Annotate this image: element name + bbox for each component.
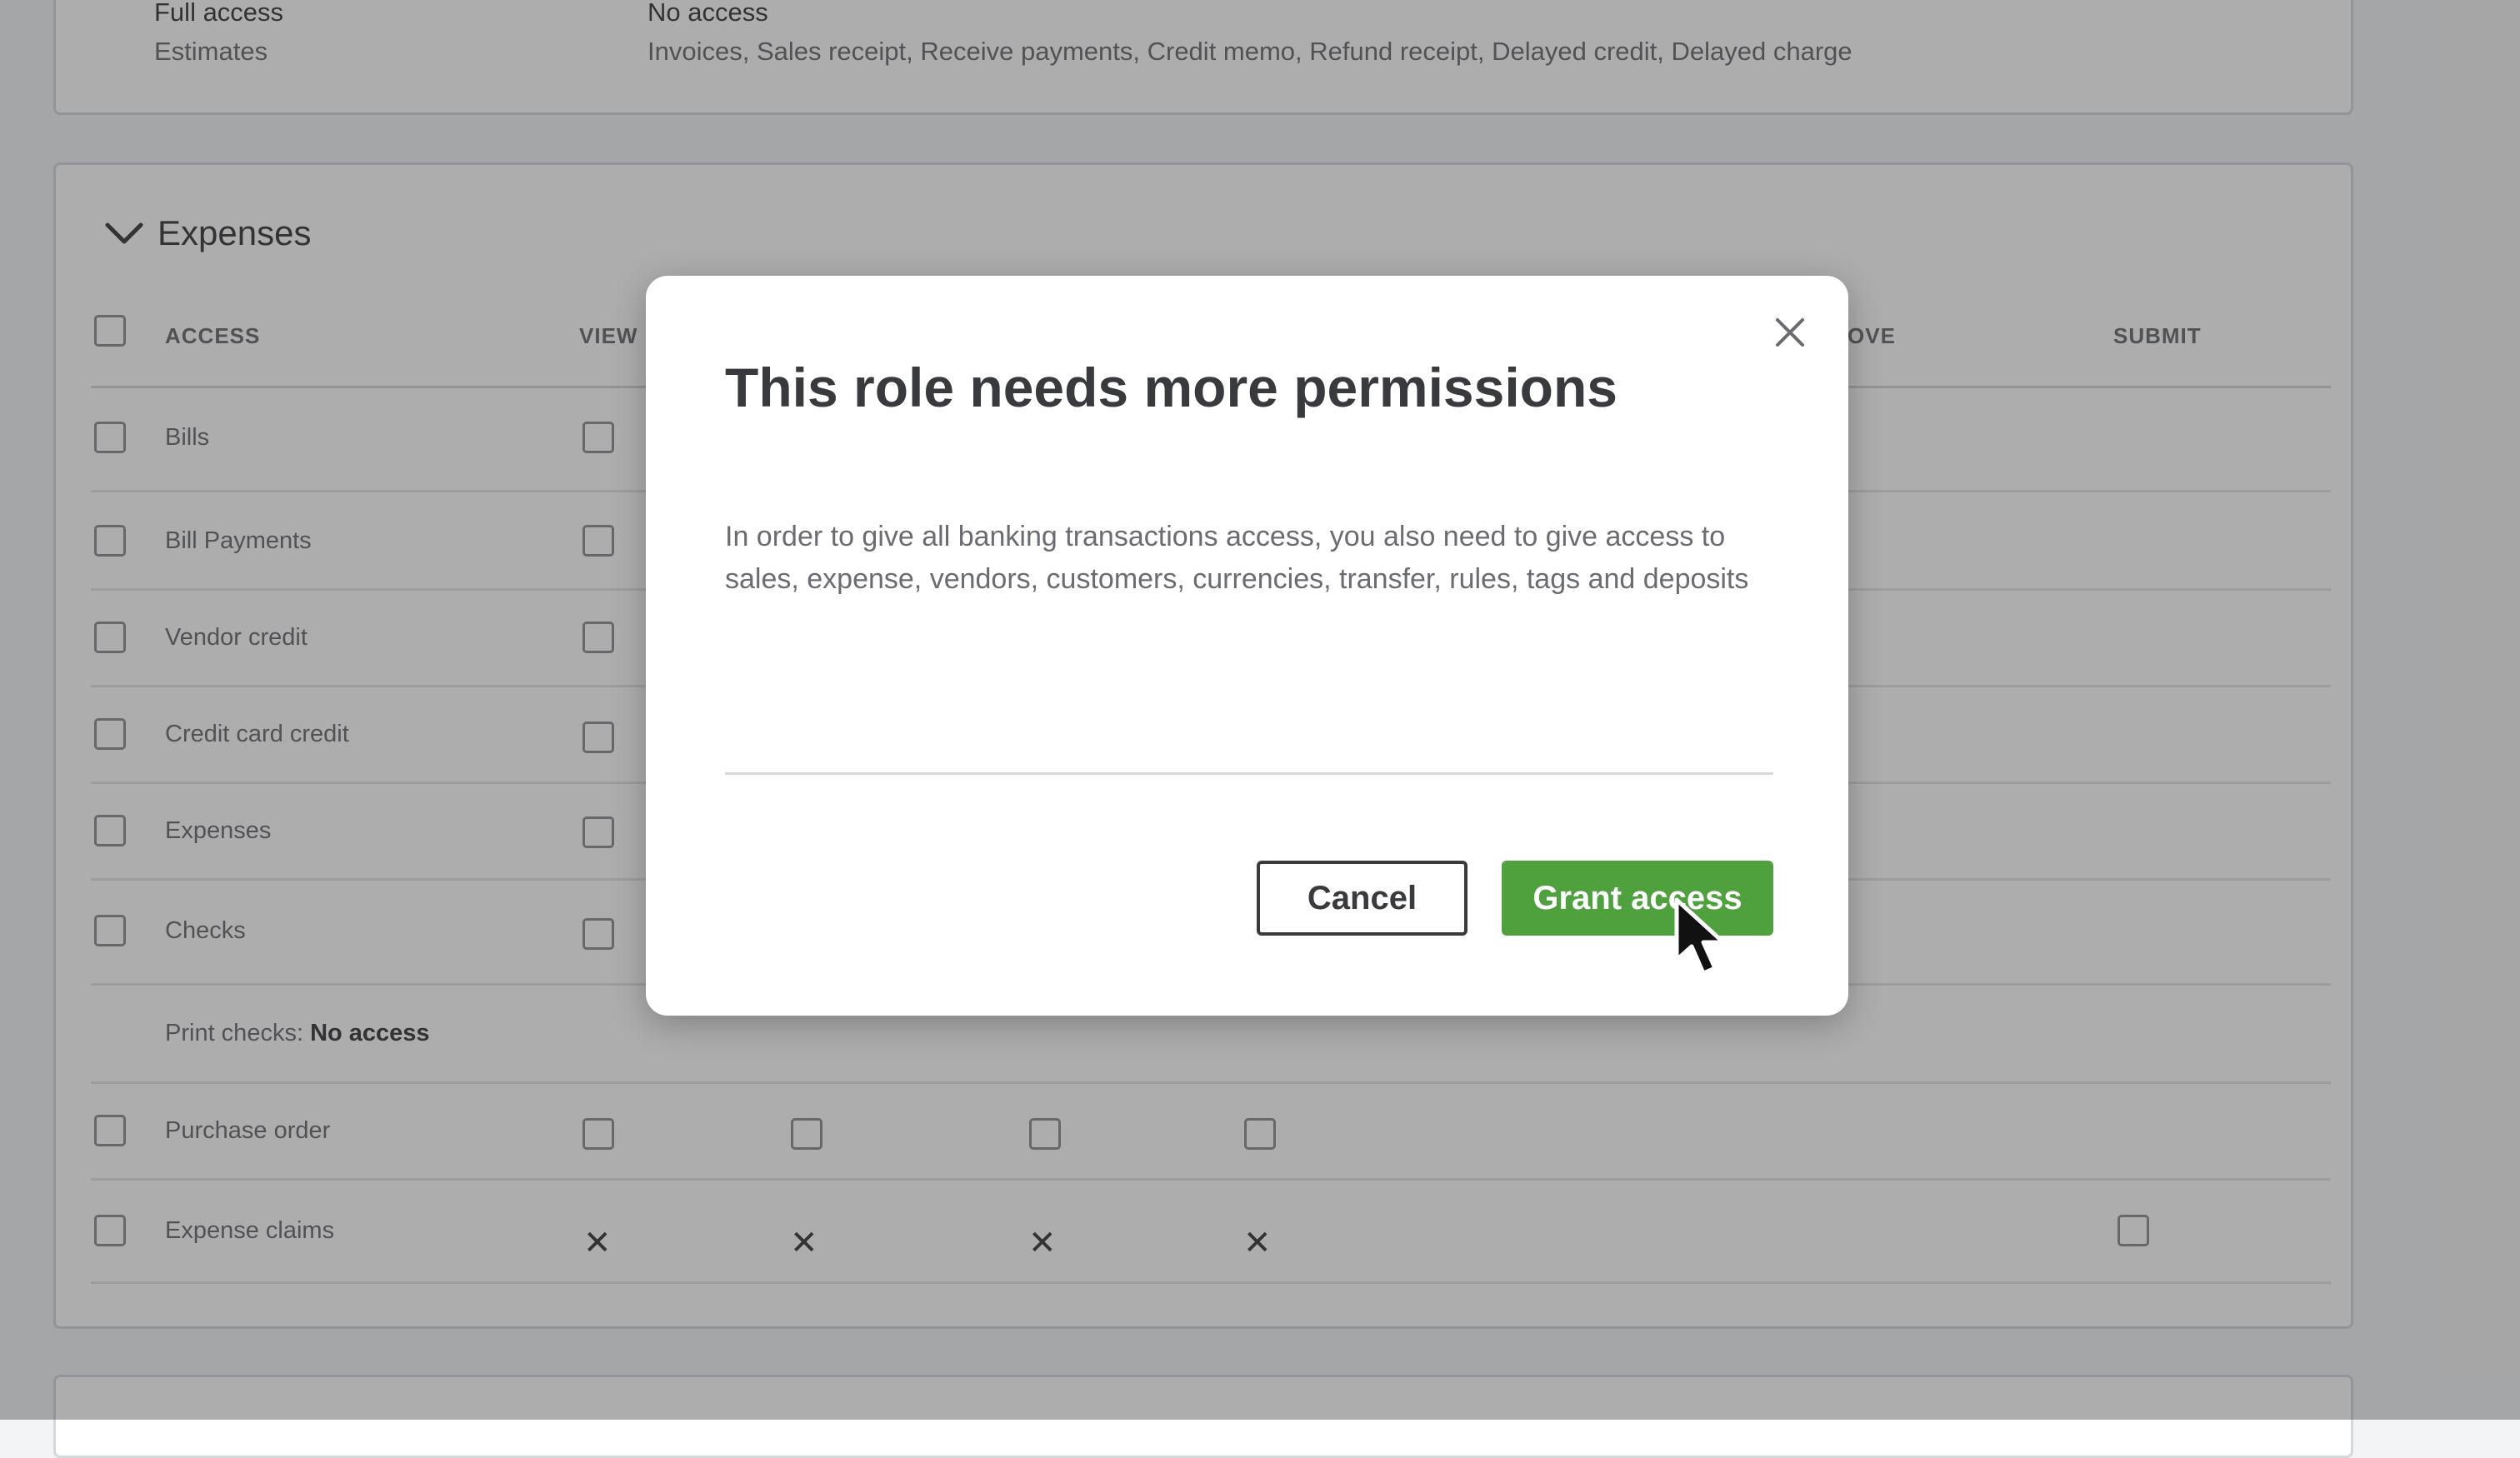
dialog-title: This role needs more permissions xyxy=(725,357,1618,418)
grant-access-button[interactable]: Grant access xyxy=(1502,861,1773,936)
page: Full access No access Estimates Invoices… xyxy=(0,0,2520,1458)
close-icon[interactable] xyxy=(1767,309,1813,356)
dialog-divider xyxy=(725,772,1773,775)
dialog-message: In order to give all banking transaction… xyxy=(725,521,1749,595)
cancel-button[interactable]: Cancel xyxy=(1257,861,1468,936)
permissions-dialog: This role needs more permissions In orde… xyxy=(646,276,1848,1016)
